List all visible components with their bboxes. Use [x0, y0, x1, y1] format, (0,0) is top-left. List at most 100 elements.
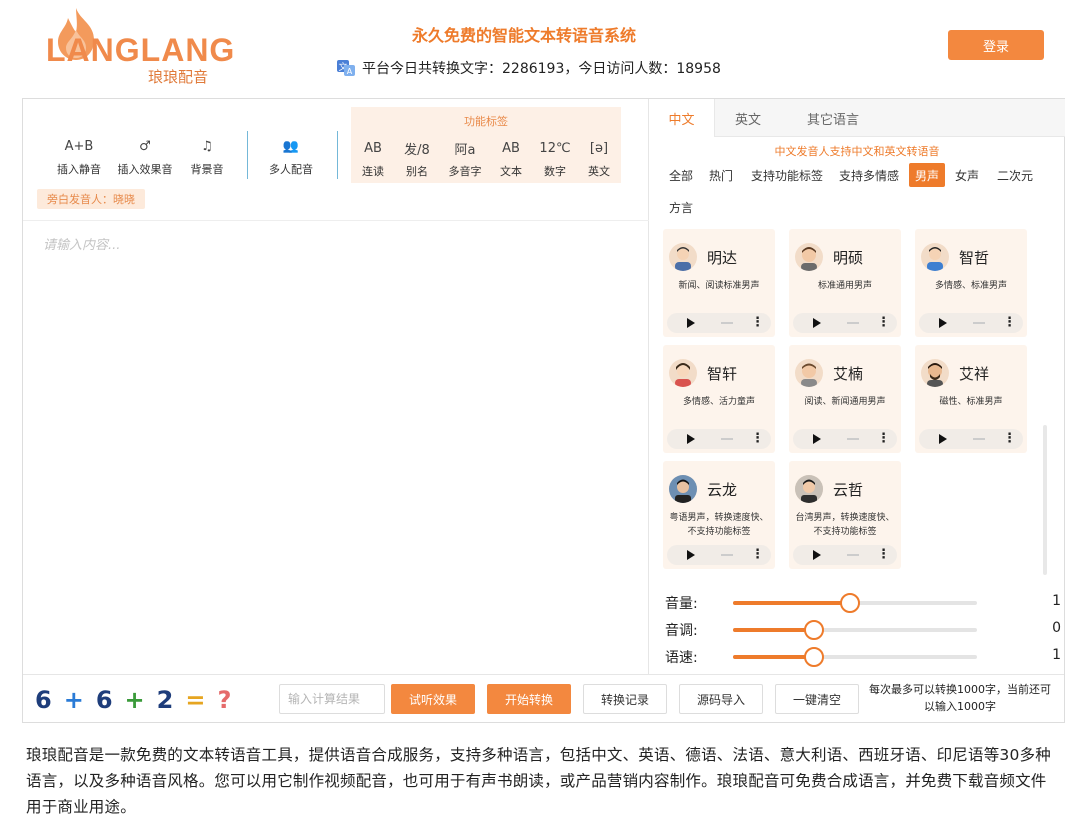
voice-card[interactable]: 云哲 台湾男声，转换速度快、不支持功能标签 ⋮ [789, 461, 901, 569]
more-vertical-icon[interactable]: ⋮ [877, 431, 890, 447]
voice-card[interactable]: 云龙 粤语男声，转换速度快、不支持功能标签 ⋮ [663, 461, 775, 569]
preview-button[interactable]: 试听效果 [391, 684, 475, 714]
tab-other-languages[interactable]: 其它语言 [785, 99, 881, 137]
captcha-answer-input[interactable] [279, 684, 385, 714]
slider-thumb[interactable] [803, 647, 824, 667]
filter-feature-tags[interactable]: 支持功能标签 [745, 163, 829, 187]
more-vertical-icon[interactable]: ⋮ [751, 315, 764, 331]
voice-card[interactable]: 智哲 多情感、标准男声 ⋮ [915, 229, 1027, 337]
avatar [669, 243, 697, 271]
char-limit-note: 每次最多可以转换1000字，当前还可以输入1000字 [869, 683, 1051, 713]
clear-all-button[interactable]: 一键清空 [775, 684, 859, 714]
background-music-tool[interactable]: ♫ 背景音 [177, 135, 237, 177]
insert-silence-tool[interactable]: A+B 插入静音 [49, 135, 109, 177]
filter-popular[interactable]: 热门 [703, 163, 739, 187]
tab-english[interactable]: 英文 [715, 99, 781, 137]
more-vertical-icon[interactable]: ⋮ [1003, 431, 1016, 447]
voice-name: 智哲 [959, 249, 990, 267]
english-tag-tool[interactable]: [ə] 英文 [569, 137, 629, 179]
filter-dialect[interactable]: 方言 [663, 195, 699, 219]
editor-toolbar: A+B 插入静音 ♂ 插入效果音 ♫ 背景音 👥 多人配音 功能标签 AB 连读… [23, 99, 649, 221]
voice-player: ⋮ [793, 429, 897, 449]
voice-card[interactable]: 艾祥 磁性、标准男声 ⋮ [915, 345, 1027, 453]
progress-bar [721, 322, 733, 324]
voice-card[interactable]: 智轩 多情感、活力童声 ⋮ [663, 345, 775, 453]
editor-panel: A+B 插入静音 ♂ 插入效果音 ♫ 背景音 👥 多人配音 功能标签 AB 连读… [23, 99, 649, 674]
filter-female[interactable]: 女声 [949, 163, 985, 187]
filter-all[interactable]: 全部 [663, 163, 699, 187]
voice-player: ⋮ [667, 545, 771, 565]
play-icon[interactable] [813, 434, 821, 444]
more-vertical-icon[interactable]: ⋮ [1003, 315, 1016, 331]
captcha-char: 6 [35, 686, 52, 714]
slider-label: 语速: [665, 650, 698, 666]
voice-name: 云龙 [707, 481, 738, 499]
voice-player: ⋮ [793, 313, 897, 333]
volume-slider[interactable] [733, 593, 977, 613]
users-icon: 👥 [282, 138, 300, 154]
voice-card[interactable]: 明硕 标准通用男声 ⋮ [789, 229, 901, 337]
more-vertical-icon[interactable]: ⋮ [877, 547, 890, 563]
filter-male[interactable]: 男声 [909, 163, 946, 187]
play-icon[interactable] [813, 318, 821, 328]
voice-name: 艾楠 [833, 365, 864, 383]
captcha-char: + [124, 686, 145, 714]
more-vertical-icon[interactable]: ⋮ [877, 315, 890, 331]
more-vertical-icon[interactable]: ⋮ [751, 547, 764, 563]
site-logo[interactable]: LANGLANG 琅琅配音 [44, 6, 244, 86]
voice-player: ⋮ [919, 313, 1023, 333]
voice-name: 云哲 [833, 481, 864, 499]
speed-slider[interactable] [733, 647, 977, 667]
login-button[interactable]: 登录 [948, 30, 1044, 60]
play-icon[interactable] [813, 550, 821, 560]
play-icon[interactable] [939, 318, 947, 328]
tab-chinese[interactable]: 中文 [649, 99, 715, 137]
filter-multi-emotion[interactable]: 支持多情感 [833, 163, 905, 187]
avatar [921, 359, 949, 387]
play-icon[interactable] [687, 318, 695, 328]
play-icon[interactable] [939, 434, 947, 444]
progress-bar [847, 438, 859, 440]
progress-bar [847, 554, 859, 556]
voice-player: ⋮ [919, 429, 1023, 449]
captcha-char: + [63, 686, 84, 714]
text-input[interactable] [23, 222, 648, 672]
pitch-slider-row: 音调: 0 [665, 620, 1061, 640]
conversion-history-button[interactable]: 转换记录 [583, 684, 667, 714]
filter-anime[interactable]: 二次元 [991, 163, 1039, 187]
phonetic-icon: [ə] [589, 140, 609, 156]
pitch-slider[interactable] [733, 620, 977, 640]
voice-list-scrollbar[interactable] [1043, 425, 1047, 575]
action-bar: 6 + 6 + 2 = ? 试听效果 开始转换 转换记录 源码导入 一键清空 每… [23, 674, 1064, 722]
slider-thumb[interactable] [840, 593, 861, 613]
start-convert-button[interactable]: 开始转换 [487, 684, 571, 714]
effect-sound-icon: ♂ [139, 138, 151, 154]
more-vertical-icon[interactable]: ⋮ [751, 431, 764, 447]
voice-description: 磁性、标准男声 [939, 397, 1003, 407]
silence-icon: A+B [64, 138, 94, 154]
toolbar-divider [247, 131, 248, 179]
voice-card[interactable]: 明达 新闻、阅读标准男声 ⋮ [663, 229, 775, 337]
narrator-badge[interactable]: 旁白发音人：晓晓 [37, 189, 145, 209]
avatar [795, 475, 823, 503]
slider-thumb[interactable] [803, 620, 824, 640]
svg-text:A: A [347, 67, 353, 76]
voice-description: 多情感、标准男声 [934, 281, 1007, 291]
tool-label: 英文 [588, 165, 610, 178]
voice-description: 新闻、阅读标准男声 [678, 281, 760, 291]
voice-name: 艾祥 [959, 365, 990, 383]
source-import-button[interactable]: 源码导入 [679, 684, 763, 714]
progress-bar [721, 438, 733, 440]
play-icon[interactable] [687, 434, 695, 444]
captcha-image[interactable]: 6 + 6 + 2 = ? [35, 685, 265, 715]
play-icon[interactable] [687, 550, 695, 560]
tool-label: 背景音 [190, 163, 224, 176]
avatar [669, 359, 697, 387]
voice-card[interactable]: 艾楠 阅读、新闻通用男声 ⋮ [789, 345, 901, 453]
insert-effect-sound-tool[interactable]: ♂ 插入效果音 [115, 135, 175, 177]
progress-bar [973, 322, 985, 324]
product-description: 琅琅配音是一款免费的文本转语音工具，提供语音合成服务，支持多种语言，包括中文、英… [26, 746, 1051, 816]
multi-voice-tool[interactable]: 👥 多人配音 [261, 135, 321, 177]
volume-slider-row: 音量: 1 [665, 593, 1061, 613]
voice-name: 明硕 [833, 249, 864, 267]
